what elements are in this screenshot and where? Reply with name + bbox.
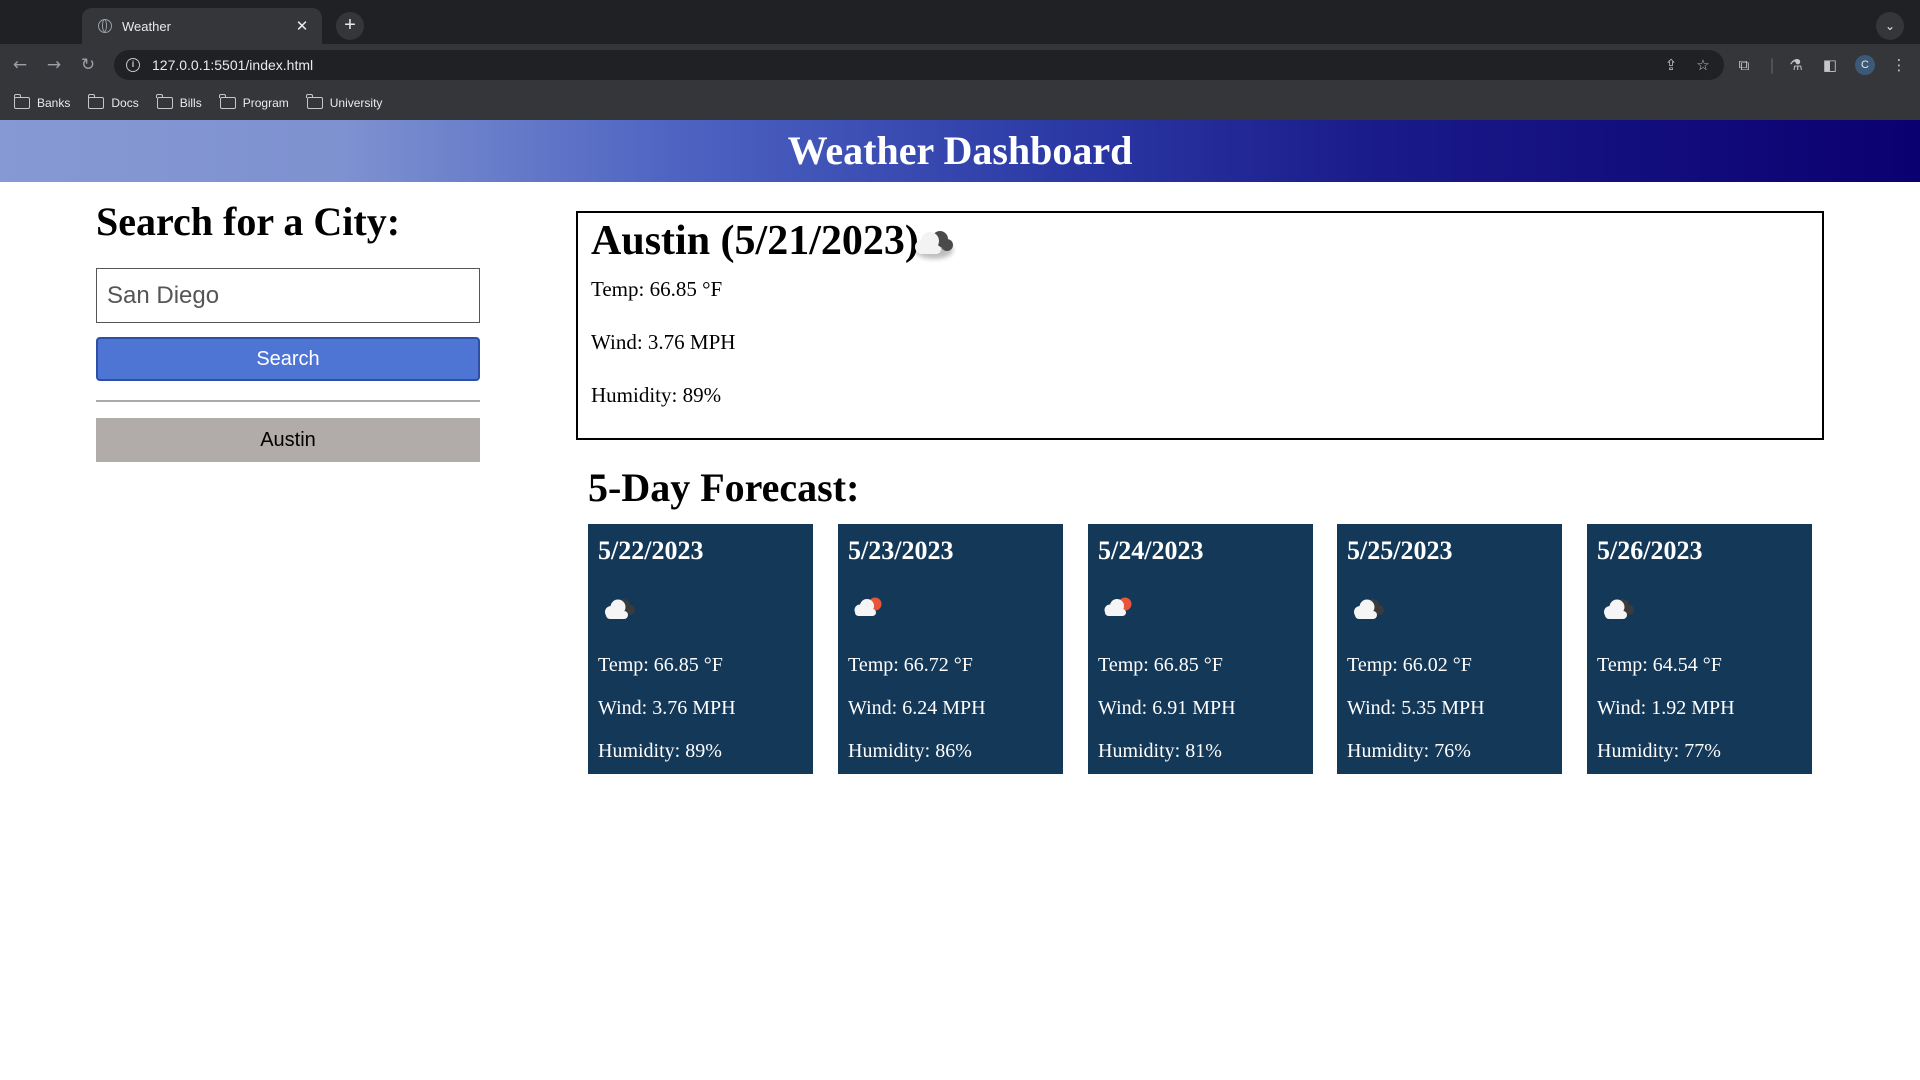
cloud-icon — [915, 231, 953, 259]
folder-icon — [13, 94, 30, 109]
broken-clouds-icon — [605, 599, 635, 619]
side-panel-icon[interactable]: ◧ — [1819, 54, 1841, 76]
forecast-date: 5/25/2023 — [1347, 536, 1453, 565]
back-arrow-icon[interactable]: ← — [8, 53, 32, 77]
city-search-input[interactable]: San Diego — [96, 268, 480, 323]
globe-icon — [98, 19, 112, 33]
page-title: Weather Dashboard — [787, 128, 1133, 173]
forecast-temp: Temp: 66.02 °F — [1347, 654, 1472, 676]
few-clouds-icon — [854, 597, 882, 616]
few-clouds-icon — [1104, 597, 1132, 616]
folder-icon — [219, 94, 236, 109]
forward-arrow-icon[interactable]: → — [42, 53, 66, 77]
labs-flask-icon[interactable]: ⚗ — [1785, 54, 1807, 76]
bookmarks-bar: Banks Docs Bills Program University — [0, 86, 1920, 120]
forecast-date: 5/23/2023 — [848, 536, 954, 565]
bookmark-folder-program[interactable]: Program — [219, 94, 289, 110]
forecast-wind: Wind: 1.92 MPH — [1597, 697, 1735, 719]
folder-icon — [156, 94, 173, 109]
forecast-card: 5/22/2023 Temp: 66.85 °F Wind: 3.76 MPH … — [588, 524, 813, 774]
search-heading: Search for a City: — [96, 199, 401, 244]
tab-search-chevron-icon[interactable]: ⌄ — [1876, 12, 1904, 40]
forecast-card: 5/23/2023 Temp: 66.72 °F Wind: 6.24 MPH … — [838, 524, 1063, 774]
browser-tab[interactable]: Weather ✕ — [82, 8, 322, 44]
bookmark-star-icon[interactable]: ☆ — [1692, 56, 1714, 74]
forecast-humidity: Humidity: 76% — [1347, 740, 1471, 762]
bookmark-folder-bills[interactable]: Bills — [156, 94, 202, 110]
toolbar-separator: | — [1769, 56, 1775, 74]
bookmark-folder-banks[interactable]: Banks — [13, 94, 71, 110]
forecast-wind: Wind: 6.91 MPH — [1098, 697, 1236, 719]
bookmark-folder-university[interactable]: University — [306, 94, 383, 110]
forecast-wind: Wind: 3.76 MPH — [598, 697, 736, 719]
current-humidity: Humidity: 89% — [591, 383, 722, 407]
search-button[interactable]: Search — [96, 337, 480, 381]
current-weather-panel: Austin (5/21/2023) Temp: 66.85 °F Wind: … — [576, 211, 1824, 440]
browser-tab-strip: Weather ✕ + ⌄ — [0, 0, 1920, 44]
current-city-title: Austin (5/21/2023) — [591, 218, 919, 264]
forecast-card: 5/24/2023 Temp: 66.85 °F Wind: 6.91 MPH … — [1088, 524, 1313, 774]
forecast-heading: 5-Day Forecast: — [588, 465, 860, 510]
bookmark-label: Bills — [179, 96, 202, 110]
profile-avatar[interactable]: C — [1855, 55, 1875, 75]
forecast-wind: Wind: 6.24 MPH — [848, 697, 986, 719]
reload-icon[interactable]: ↻ — [76, 53, 100, 77]
history-button-austin[interactable]: Austin — [96, 418, 480, 462]
browser-toolbar: ← → ↻ i 127.0.0.1:5501/index.html ⇪ ☆ ⧉ … — [0, 44, 1920, 86]
forecast-temp: Temp: 66.85 °F — [1098, 654, 1223, 676]
forecast-wind: Wind: 5.35 MPH — [1347, 697, 1485, 719]
address-bar[interactable]: i 127.0.0.1:5501/index.html ⇪ ☆ — [114, 50, 1724, 80]
folder-icon — [306, 94, 323, 109]
forecast-date: 5/26/2023 — [1597, 536, 1703, 565]
broken-clouds-icon — [1354, 599, 1384, 619]
search-divider — [96, 400, 480, 402]
forecast-card: 5/25/2023 Temp: 66.02 °F Wind: 5.35 MPH … — [1337, 524, 1562, 774]
forecast-date: 5/22/2023 — [598, 536, 704, 565]
bookmark-label: Program — [242, 96, 289, 110]
current-temp: Temp: 66.85 °F — [591, 277, 723, 301]
close-tab-icon[interactable]: ✕ — [292, 17, 312, 35]
extensions-icon[interactable]: ⧉ — [1733, 54, 1755, 76]
forecast-temp: Temp: 64.54 °F — [1597, 654, 1722, 676]
menu-kebab-icon[interactable]: ⋮ — [1888, 54, 1910, 76]
forecast-humidity: Humidity: 89% — [598, 740, 722, 762]
bookmark-label: Docs — [111, 96, 139, 110]
share-icon[interactable]: ⇪ — [1660, 56, 1682, 74]
tab-title: Weather — [122, 18, 171, 34]
forecast-date: 5/24/2023 — [1098, 536, 1204, 565]
bookmark-label: Banks — [37, 96, 71, 110]
bookmark-folder-docs[interactable]: Docs — [87, 94, 139, 110]
forecast-card: 5/26/2023 Temp: 64.54 °F Wind: 1.92 MPH … — [1587, 524, 1812, 774]
new-tab-button[interactable]: + — [336, 12, 364, 40]
bookmark-label: University — [329, 96, 383, 110]
folder-icon — [87, 94, 105, 109]
forecast-humidity: Humidity: 77% — [1597, 740, 1721, 762]
broken-clouds-icon — [1604, 599, 1634, 619]
address-url[interactable]: 127.0.0.1:5501/index.html — [152, 57, 1660, 73]
forecast-temp: Temp: 66.85 °F — [598, 654, 723, 676]
forecast-humidity: Humidity: 86% — [848, 740, 972, 762]
forecast-temp: Temp: 66.72 °F — [848, 654, 973, 676]
site-info-icon[interactable]: i — [126, 58, 140, 72]
forecast-humidity: Humidity: 81% — [1098, 740, 1222, 762]
current-wind: Wind: 3.76 MPH — [591, 330, 736, 354]
page-header: Weather Dashboard — [0, 120, 1920, 182]
